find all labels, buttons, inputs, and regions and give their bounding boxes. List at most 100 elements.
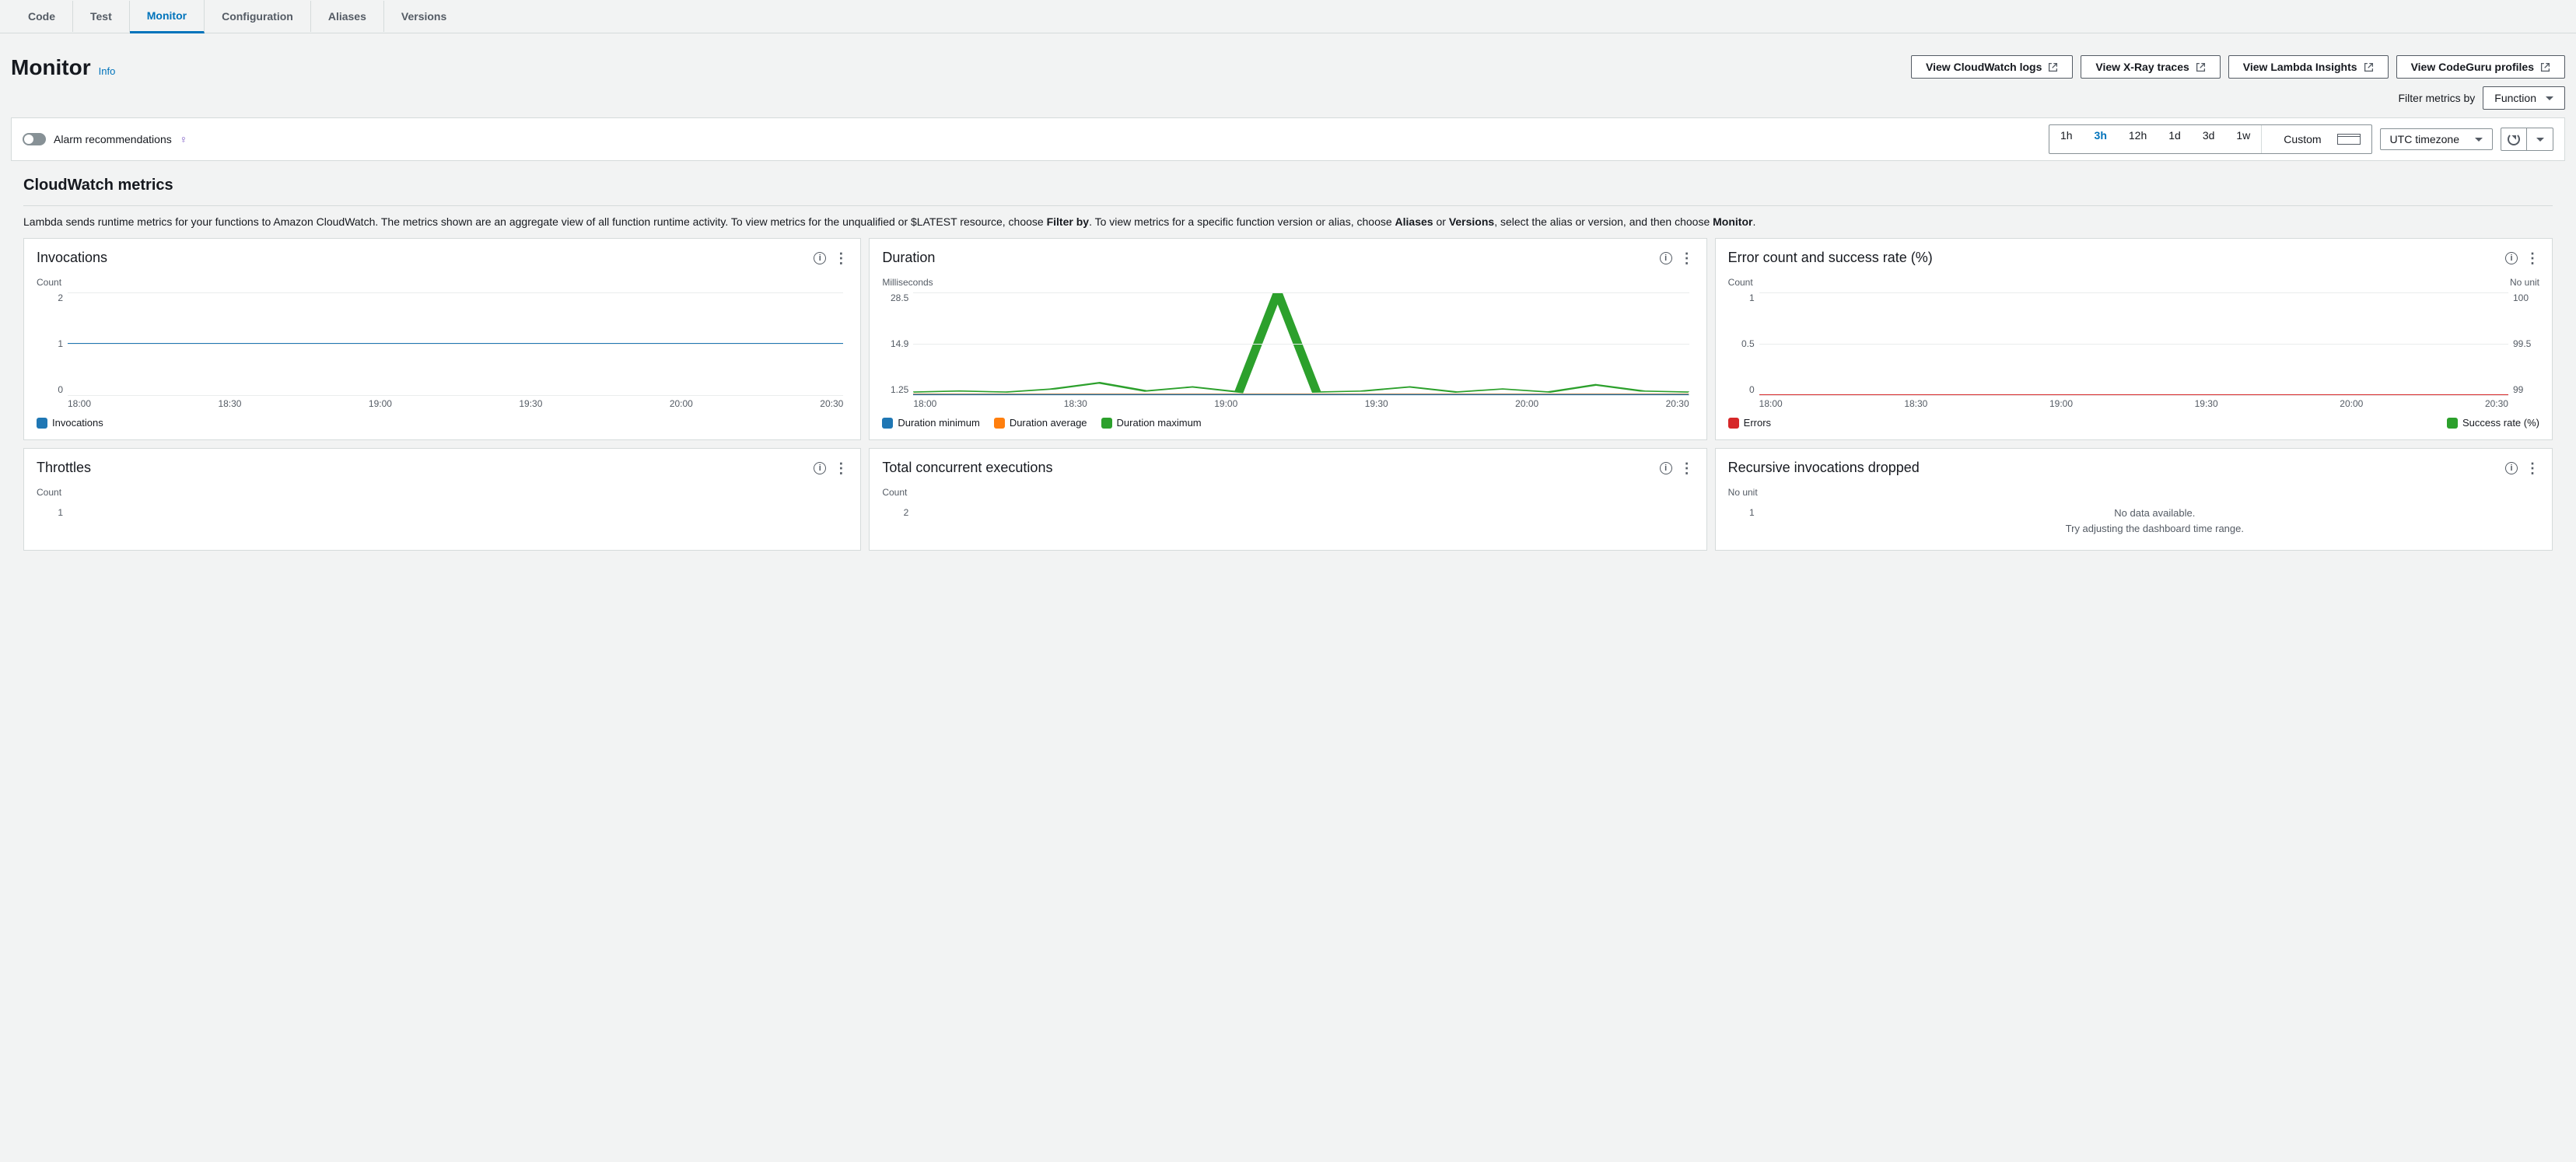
filter-value: Function (2494, 92, 2536, 104)
swatch-icon (882, 418, 893, 429)
chart-recursive: Recursive invocations dropped i ⋮ No uni… (1715, 448, 2553, 551)
y-ticks-right: 100 99.5 99 (2513, 292, 2539, 395)
page-title: Monitor Info (11, 55, 115, 80)
timezone-label: UTC timezone (2390, 133, 2459, 145)
view-cloudwatch-logs-button[interactable]: View CloudWatch logs (1911, 55, 2073, 79)
y-ticks: 2 1 0 (37, 292, 63, 395)
y-ticks: 28.5 14.9 1.25 (882, 292, 908, 395)
legend-success-rate[interactable]: Success rate (%) (2447, 417, 2539, 429)
chevron-down-icon (2536, 138, 2544, 142)
btn-label: View Lambda Insights (2243, 61, 2357, 73)
time-1w[interactable]: 1w (2225, 125, 2261, 153)
filter-label: Filter metrics by (2399, 92, 2476, 104)
y-ticks-left: 1 0.5 0 (1728, 292, 1755, 395)
tab-bar: Code Test Monitor Configuration Aliases … (0, 0, 2576, 33)
plot (913, 292, 1689, 395)
info-icon[interactable]: i (1660, 462, 1672, 474)
y-axis-label-left: Count (1728, 277, 1753, 288)
view-lambda-insights-button[interactable]: View Lambda Insights (2228, 55, 2389, 79)
no-data-message: No data available.Try adjusting the dash… (1770, 502, 2539, 539)
y-tick: 1 (37, 502, 848, 518)
timezone-select[interactable]: UTC timezone (2380, 128, 2493, 150)
external-link-icon (2048, 62, 2058, 72)
more-icon[interactable]: ⋮ (2525, 251, 2539, 265)
chart-title: Total concurrent executions (882, 460, 1052, 476)
info-icon[interactable]: i (814, 462, 826, 474)
more-icon[interactable]: ⋮ (1680, 461, 1694, 475)
chevron-down-icon (2546, 96, 2553, 100)
swatch-icon (37, 418, 47, 429)
section-title: CloudWatch metrics (23, 177, 2553, 194)
y-axis-label-right: No unit (2510, 277, 2539, 288)
time-12h[interactable]: 12h (2118, 125, 2158, 153)
y-axis-label: Count (37, 277, 848, 288)
tab-configuration[interactable]: Configuration (205, 1, 311, 32)
external-link-icon (2196, 62, 2206, 72)
tab-code[interactable]: Code (11, 1, 73, 32)
legend-duration-min[interactable]: Duration minimum (882, 417, 979, 429)
more-icon[interactable]: ⋮ (1680, 251, 1694, 265)
legend-invocations[interactable]: Invocations (37, 417, 103, 429)
toolbar: Alarm recommendations ♀ 1h 3h 12h 1d 3d … (11, 117, 2565, 161)
more-icon[interactable]: ⋮ (2525, 461, 2539, 475)
y-axis-label: No unit (1728, 487, 2539, 498)
chart-title: Recursive invocations dropped (1728, 460, 1920, 476)
refresh-icon (2508, 133, 2520, 145)
chart-title: Duration (882, 250, 935, 266)
chart-concurrent: Total concurrent executions i ⋮ Count 2 (869, 448, 1706, 551)
time-3d[interactable]: 3d (2192, 125, 2226, 153)
info-link[interactable]: Info (99, 65, 116, 77)
x-ticks: 18:0018:3019:00 19:3020:0020:30 (1759, 398, 2508, 409)
refresh-options-button[interactable] (2527, 128, 2553, 151)
y-axis-label: Count (882, 487, 1693, 498)
time-custom[interactable]: Custom (2261, 125, 2371, 153)
plot (1759, 292, 2508, 395)
tab-monitor[interactable]: Monitor (130, 0, 205, 33)
chart-title: Throttles (37, 460, 91, 476)
refresh-button[interactable] (2501, 128, 2527, 151)
view-xray-traces-button[interactable]: View X-Ray traces (2081, 55, 2220, 79)
tab-aliases[interactable]: Aliases (311, 1, 384, 32)
chart-title: Invocations (37, 250, 107, 266)
more-icon[interactable]: ⋮ (834, 251, 848, 265)
x-ticks: 18:0018:3019:00 19:3020:0020:30 (68, 398, 843, 409)
more-icon[interactable]: ⋮ (834, 461, 848, 475)
external-link-icon (2540, 62, 2550, 72)
filter-select[interactable]: Function (2483, 86, 2565, 110)
legend-duration-avg[interactable]: Duration average (994, 417, 1087, 429)
chevron-down-icon (2475, 138, 2483, 142)
time-1h[interactable]: 1h (2049, 125, 2084, 153)
chart-duration: Duration i ⋮ Milliseconds 28.5 14.9 1.25 (869, 238, 1706, 440)
y-axis-label: Milliseconds (882, 277, 1693, 288)
section-description: Lambda sends runtime metrics for your fu… (23, 205, 2553, 230)
swatch-icon (2447, 418, 2458, 429)
chart-errors: Error count and success rate (%) i ⋮ Cou… (1715, 238, 2553, 440)
alarm-recommendations-toggle[interactable] (23, 133, 46, 145)
view-codeguru-profiles-button[interactable]: View CodeGuru profiles (2396, 55, 2565, 79)
y-axis-label: Count (37, 487, 848, 498)
info-icon[interactable]: i (2505, 462, 2518, 474)
swatch-icon (1728, 418, 1739, 429)
btn-label: View CodeGuru profiles (2411, 61, 2534, 73)
plot (68, 292, 843, 395)
chart-title: Error count and success rate (%) (1728, 250, 1933, 266)
chart-throttles: Throttles i ⋮ Count 1 (23, 448, 861, 551)
lightbulb-icon: ♀ (180, 133, 188, 145)
info-icon[interactable]: i (814, 252, 826, 264)
custom-label: Custom (2273, 129, 2332, 149)
y-tick: 1 (1728, 502, 1755, 518)
chart-invocations: Invocations i ⋮ Count 2 1 0 18:00 (23, 238, 861, 440)
btn-label: View X-Ray traces (2095, 61, 2189, 73)
external-link-icon (2364, 62, 2374, 72)
tab-versions[interactable]: Versions (384, 1, 464, 32)
swatch-icon (1101, 418, 1112, 429)
legend-duration-max[interactable]: Duration maximum (1101, 417, 1202, 429)
swatch-icon (994, 418, 1005, 429)
info-icon[interactable]: i (2505, 252, 2518, 264)
y-tick: 2 (882, 502, 1693, 518)
time-1d[interactable]: 1d (2158, 125, 2192, 153)
info-icon[interactable]: i (1660, 252, 1672, 264)
legend-errors[interactable]: Errors (1728, 417, 1771, 429)
time-3h[interactable]: 3h (2084, 125, 2118, 153)
tab-test[interactable]: Test (73, 1, 130, 32)
